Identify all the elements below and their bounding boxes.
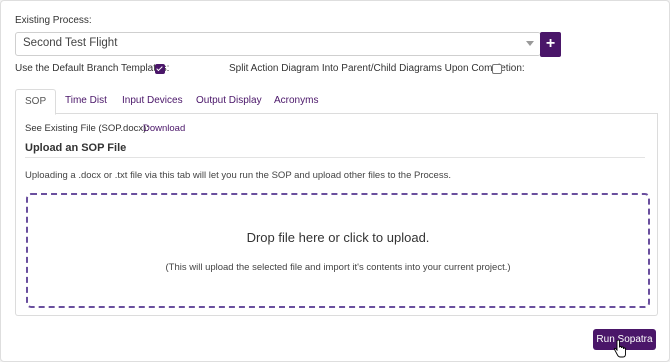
dropzone-hint: (This will upload the selected file and … <box>165 262 511 273</box>
default-branch-checkbox[interactable] <box>155 64 165 74</box>
existing-process-value: Second Test Flight <box>23 37 118 49</box>
main-panel: Existing Process: Second Test Flight + U… <box>0 0 670 362</box>
existing-process-label: Existing Process: <box>15 15 92 26</box>
existing-process-select[interactable]: Second Test Flight <box>15 32 541 56</box>
tab-input-devices[interactable]: Input Devices <box>113 89 192 112</box>
tab-bar: SOP Time Dist Input Devices Output Displ… <box>15 89 657 115</box>
hand-cursor-icon <box>613 340 626 358</box>
tab-output-display[interactable]: Output Display <box>187 89 271 112</box>
split-diagram-label: Split Action Diagram Into Parent/Child D… <box>229 63 525 74</box>
dropzone-message: Drop file here or click to upload. <box>246 230 430 245</box>
split-diagram-checkbox[interactable] <box>492 64 502 74</box>
divider <box>25 157 645 158</box>
upload-description: Uploading a .docx or .txt file via this … <box>25 170 451 181</box>
upload-title: Upload an SOP File <box>25 142 127 154</box>
add-process-button[interactable]: + <box>540 32 561 57</box>
tab-sop[interactable]: SOP <box>15 89 57 115</box>
file-dropzone[interactable]: Drop file here or click to upload. (This… <box>26 193 650 308</box>
default-branch-label: Use the Default Branch Templates: <box>15 63 170 74</box>
existing-file-label: See Existing File (SOP.docx): <box>25 123 149 134</box>
chevron-down-icon <box>526 41 534 46</box>
sop-tab-pane: See Existing File (SOP.docx): Download U… <box>15 113 658 316</box>
tab-acronyms[interactable]: Acronyms <box>265 89 327 112</box>
download-link[interactable]: Download <box>143 123 185 134</box>
tab-time-dist[interactable]: Time Dist <box>56 89 116 112</box>
